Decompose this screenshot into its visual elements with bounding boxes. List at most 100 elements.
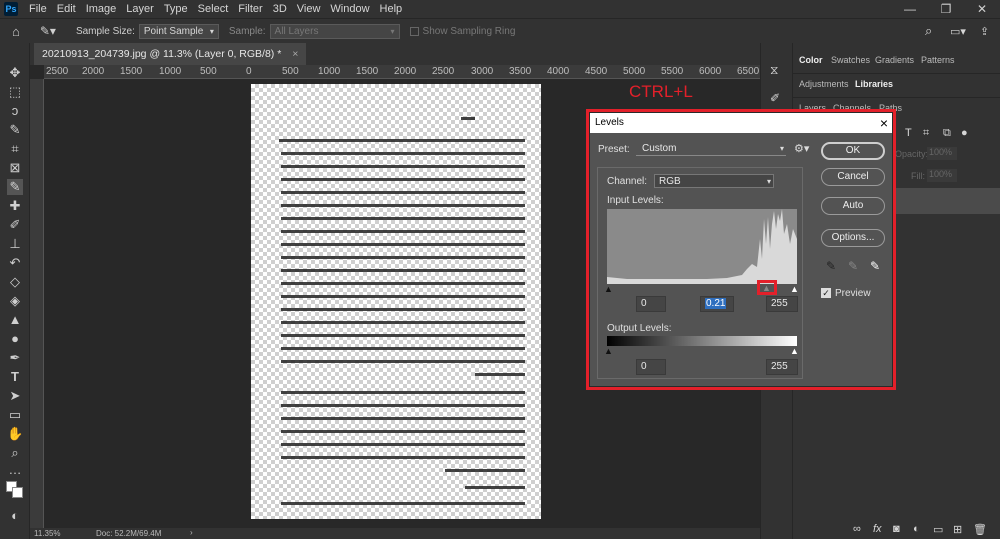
shape-tool-icon[interactable]: ▭ [7, 407, 23, 423]
menu-view[interactable]: View [292, 0, 326, 18]
home-icon[interactable]: ⌂ [12, 24, 20, 39]
menu-3d[interactable]: 3D [268, 0, 292, 18]
output-black-slider-icon[interactable]: ▲ [604, 346, 613, 356]
levels-dialog-titlebar[interactable]: Levels × [590, 113, 892, 133]
input-white-field[interactable]: 255 [766, 296, 798, 312]
fx-icon[interactable]: fx [873, 523, 882, 535]
menu-file[interactable]: File [24, 0, 52, 18]
quick-select-tool-icon[interactable]: ✎ [7, 122, 23, 138]
healing-brush-icon[interactable]: ✚ [7, 198, 23, 214]
menu-image[interactable]: Image [81, 0, 122, 18]
frame-tool-icon[interactable]: ⊠ [7, 160, 23, 176]
type-filter-icon[interactable]: T [905, 127, 912, 139]
hand-tool-icon[interactable]: ✋ [7, 426, 23, 442]
path-select-tool-icon[interactable]: ➤ [7, 388, 23, 404]
options-button[interactable]: Options... [821, 229, 885, 247]
trash-icon[interactable]: 🗑 [973, 523, 987, 536]
menu-type[interactable]: Type [159, 0, 193, 18]
close-window-button[interactable]: ✕ [964, 0, 1000, 18]
new-layer-icon[interactable]: ⊞ [953, 523, 962, 536]
menu-edit[interactable]: Edit [52, 0, 81, 18]
channel-select[interactable]: RGB ▾ [654, 174, 774, 188]
preset-select[interactable]: Custom ▾ [636, 142, 786, 156]
output-black-field[interactable]: 0 [636, 359, 666, 375]
minimize-button[interactable]: — [892, 0, 928, 18]
white-point-eyedropper-icon[interactable]: ✎ [870, 259, 880, 273]
blur-tool-icon[interactable]: ▲ [7, 312, 23, 328]
input-black-field[interactable]: 0 [636, 296, 666, 312]
menu-bar: Ps File Edit Image Layer Type Select Fil… [0, 0, 1000, 18]
zoom-level[interactable]: 11.35% [34, 529, 61, 538]
stamp-tool-icon[interactable]: ⊥ [7, 236, 23, 252]
tab-color[interactable]: Color [799, 51, 823, 69]
menu-filter[interactable]: Filter [233, 0, 267, 18]
more-tools-icon[interactable]: … [7, 462, 23, 478]
text-line [445, 469, 525, 472]
input-gray-field[interactable]: 0.21 [700, 296, 734, 312]
menu-layer[interactable]: Layer [121, 0, 159, 18]
history-brush-icon[interactable]: ↶ [7, 255, 23, 271]
close-icon[interactable]: × [880, 113, 888, 133]
tab-adjustments[interactable]: Adjustments [799, 75, 849, 93]
maximize-button[interactable]: ❐ [928, 0, 964, 18]
menu-help[interactable]: Help [375, 0, 408, 18]
black-point-eyedropper-icon[interactable]: ✎ [826, 259, 836, 273]
adjustment-layer-icon[interactable]: ◐ [913, 523, 920, 535]
eyedropper-tool-icon[interactable]: ✎ [7, 179, 23, 195]
quick-mask-icon[interactable]: ◐ [7, 508, 23, 524]
tab-patterns[interactable]: Patterns [921, 51, 955, 69]
mask-icon[interactable]: ◙ [893, 523, 900, 535]
brush-tool-icon[interactable]: ✐ [7, 217, 23, 233]
dodge-tool-icon[interactable]: ● [7, 331, 23, 347]
sample-select[interactable]: All Layers ▾ [269, 23, 400, 39]
zoom-tool-icon[interactable]: ⌕ [7, 445, 23, 461]
output-white-field[interactable]: 255 [766, 359, 798, 375]
histogram [607, 209, 797, 284]
document-tab[interactable]: 20210913_204739.jpg @ 11.3% (Layer 0, RG… [34, 43, 307, 65]
menu-window[interactable]: Window [325, 0, 374, 18]
sample-size-select[interactable]: Point Sample ▾ [138, 23, 219, 39]
doc-size[interactable]: Doc: 52.2M/69.4M [96, 529, 161, 538]
gradient-tool-icon[interactable]: ◈ [7, 293, 23, 309]
shape-filter-icon[interactable]: ⌗ [923, 127, 929, 140]
photoshop-logo-icon[interactable]: Ps [4, 2, 18, 16]
opacity-field[interactable]: 100% [927, 147, 957, 160]
status-menu-arrow-icon[interactable]: › [190, 528, 193, 537]
show-ring-checkbox[interactable] [409, 26, 419, 36]
auto-button[interactable]: Auto [821, 197, 885, 215]
input-gray-slider-icon[interactable]: ▲ [762, 283, 771, 293]
eraser-tool-icon[interactable]: ◇ [7, 274, 23, 290]
move-tool-icon[interactable]: ✥ [7, 65, 23, 81]
tab-gradients[interactable]: Gradients [875, 51, 914, 69]
background-color-swatch[interactable] [12, 487, 23, 498]
fill-field[interactable]: 100% [927, 169, 957, 182]
filter-toggle-icon[interactable]: ● [961, 127, 968, 139]
group-icon[interactable]: ▭ [933, 523, 943, 536]
tab-swatches[interactable]: Swatches [831, 51, 870, 69]
brush-panel-icon[interactable]: ✐ [770, 91, 780, 105]
ok-button[interactable]: OK [821, 142, 885, 160]
lasso-tool-icon[interactable]: ↄ [7, 103, 23, 119]
gray-point-eyedropper-icon[interactable]: ✎ [848, 259, 858, 273]
close-icon[interactable]: × [292, 48, 298, 60]
pen-tool-icon[interactable]: ✒ [7, 350, 23, 366]
history-panel-icon[interactable]: ⧖ [770, 63, 778, 78]
document-image[interactable] [251, 84, 541, 519]
output-white-slider-icon[interactable]: ▲ [790, 346, 799, 356]
preview-checkbox[interactable]: ✓ [821, 288, 831, 298]
preset-options-gear-icon[interactable]: ⚙▾ [794, 142, 809, 155]
smart-filter-icon[interactable]: ⧉ [943, 127, 951, 140]
type-tool-icon[interactable]: T [7, 369, 23, 385]
tab-libraries[interactable]: Libraries [855, 75, 893, 93]
menu-select[interactable]: Select [193, 0, 234, 18]
crop-tool-icon[interactable]: ⌗ [7, 141, 23, 157]
workspace-icon[interactable]: ▭▾ [950, 25, 966, 38]
cancel-button[interactable]: Cancel [821, 168, 885, 186]
input-black-slider-icon[interactable]: ▲ [604, 284, 613, 294]
link-icon[interactable]: ∞ [853, 523, 861, 535]
marquee-tool-icon[interactable]: ⬚ [7, 84, 23, 100]
eyedropper-tool-icon[interactable]: ✎▾ [40, 24, 56, 38]
input-white-slider-icon[interactable]: ▲ [790, 284, 799, 294]
share-icon[interactable]: ⇪ [980, 25, 989, 38]
search-icon[interactable]: ⌕ [925, 23, 932, 39]
